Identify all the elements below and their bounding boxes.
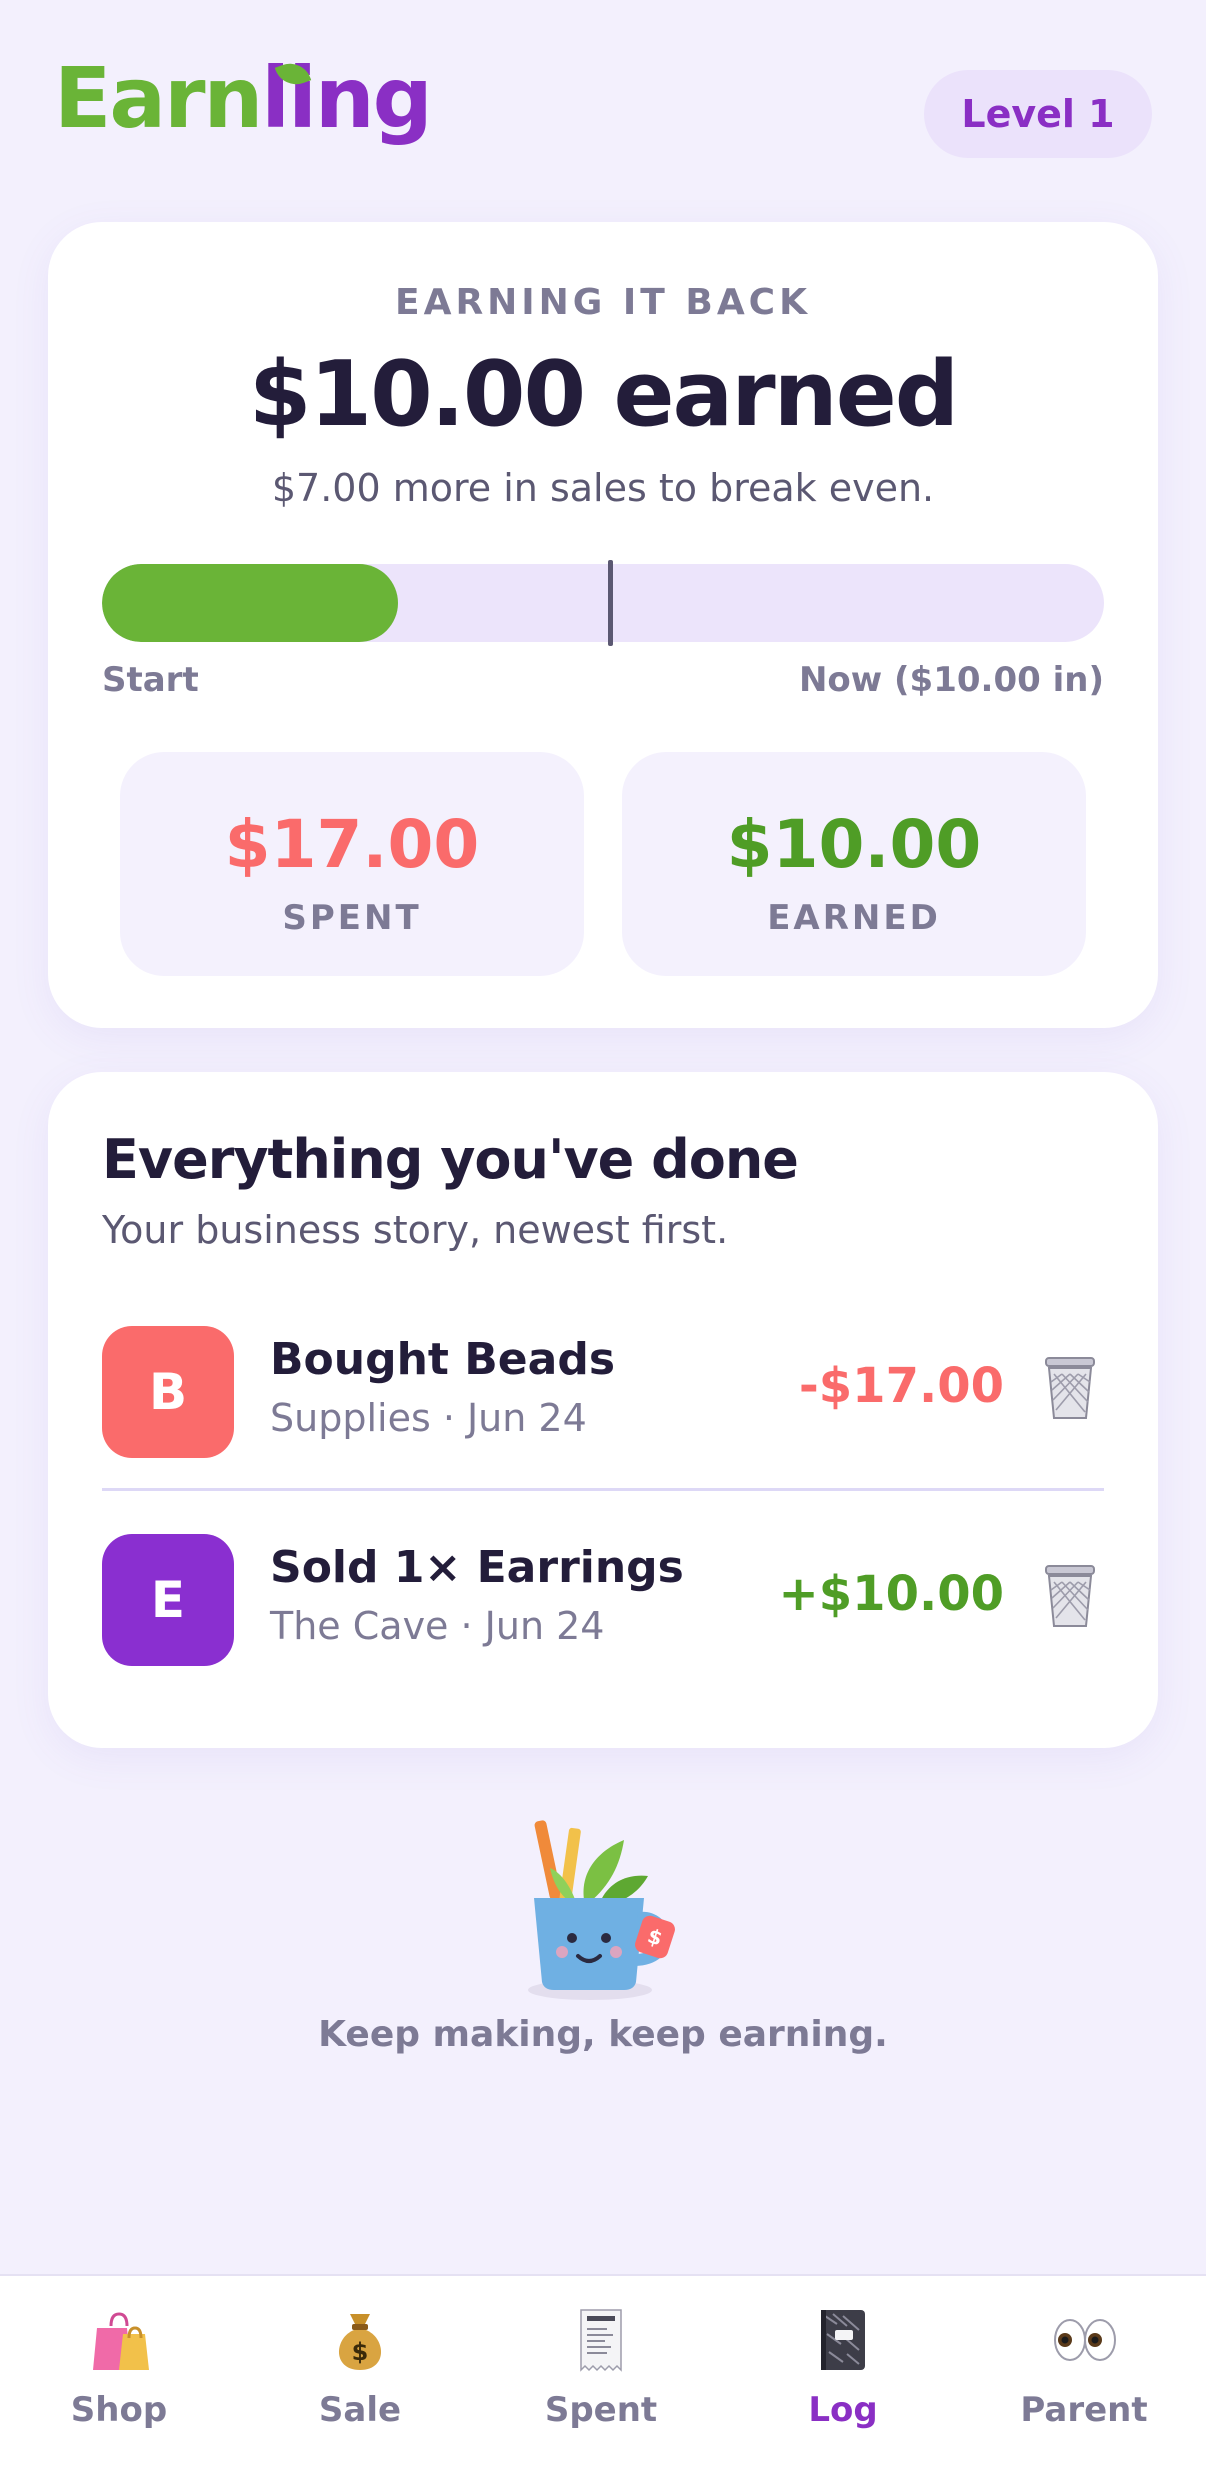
trash-icon[interactable] [1040, 1562, 1100, 1630]
nav-item-shop[interactable]: Shop [19, 2304, 219, 2454]
nav-item-spent[interactable]: Spent [501, 2304, 701, 2454]
log-title: Everything you've done [102, 1128, 799, 1191]
log-entry[interactable]: B Bought Beads Supplies · Jun 24 -$17.00 [102, 1320, 1104, 1460]
eyes-icon [1054, 2319, 1116, 2361]
log-subtitle: Your business story, newest first. [102, 1208, 729, 1252]
activity-log-card: Everything you've done Your business sto… [48, 1072, 1158, 1748]
log-entry[interactable]: E Sold 1× Earrings The Cave · Jun 24 +$1… [102, 1528, 1104, 1668]
money-bag-icon: $ [338, 2314, 382, 2370]
notebook-icon [821, 2310, 865, 2370]
entry-name: Sold 1× Earrings [270, 1542, 684, 1593]
break-even-note: $7.00 more in sales to break even. [271, 466, 935, 510]
mug-mascot-icon: $ [528, 1820, 675, 2000]
level-badge[interactable]: Level 1 [924, 70, 1152, 158]
spent-stat: $17.00 SPENT [120, 752, 584, 976]
footer-message: Keep making, keep earning. [318, 2014, 888, 2055]
nav-item-log[interactable]: Log [743, 2304, 943, 2454]
earned-label: EARNED [767, 898, 941, 938]
entry-amount: +$10.00 [778, 1566, 1004, 1622]
nav-label-parent: Parent [1020, 2390, 1148, 2430]
break-even-marker [608, 560, 613, 646]
earned-headline: $10.00 earned [248, 342, 959, 447]
spent-value: $17.00 [224, 806, 480, 883]
entry-divider [102, 1488, 1104, 1491]
app-header: Earnling Level 1 [0, 0, 1206, 200]
earned-stat: $10.00 EARNED [622, 752, 1086, 976]
svg-text:$: $ [352, 2338, 369, 2366]
nav-label-log: Log [808, 2390, 878, 2430]
earning-summary-card: EARNING IT BACK $10.00 earned $7.00 more… [48, 222, 1158, 1028]
progress-fill [102, 564, 398, 642]
break-even-progress-bar [102, 564, 1104, 642]
nav-label-spent: Spent [544, 2390, 658, 2430]
app-screen: Earnling Level 1 EARNING IT BACK $10.00 … [0, 0, 1206, 2472]
earned-value: $10.00 [726, 806, 982, 883]
earnling-logo: Earnling [54, 56, 433, 140]
entry-meta: The Cave · Jun 24 [270, 1604, 605, 1648]
entry-avatar: E [102, 1534, 234, 1666]
entry-avatar: B [102, 1326, 234, 1458]
receipt-icon [580, 2309, 622, 2372]
spent-label: SPENT [282, 898, 422, 938]
trash-icon[interactable] [1040, 1354, 1100, 1422]
progress-start-label: Start [102, 660, 199, 700]
bottom-nav: Shop $ Sale Spent Log Parent [0, 2274, 1206, 2472]
nav-item-sale[interactable]: $ Sale [260, 2304, 460, 2454]
nav-label-shop: Shop [70, 2390, 168, 2430]
entry-meta: Supplies · Jun 24 [270, 1396, 587, 1440]
entry-name: Bought Beads [270, 1334, 616, 1385]
summary-eyebrow: EARNING IT BACK [394, 282, 811, 323]
entry-amount: -$17.00 [798, 1358, 1004, 1414]
shopping-bags-icon [93, 2312, 149, 2370]
nav-label-sale: Sale [318, 2390, 402, 2430]
progress-now-label: Now ($10.00 in) [798, 660, 1104, 700]
nav-item-parent[interactable]: Parent [984, 2304, 1184, 2454]
logo-part-earn: Earn [54, 49, 263, 147]
